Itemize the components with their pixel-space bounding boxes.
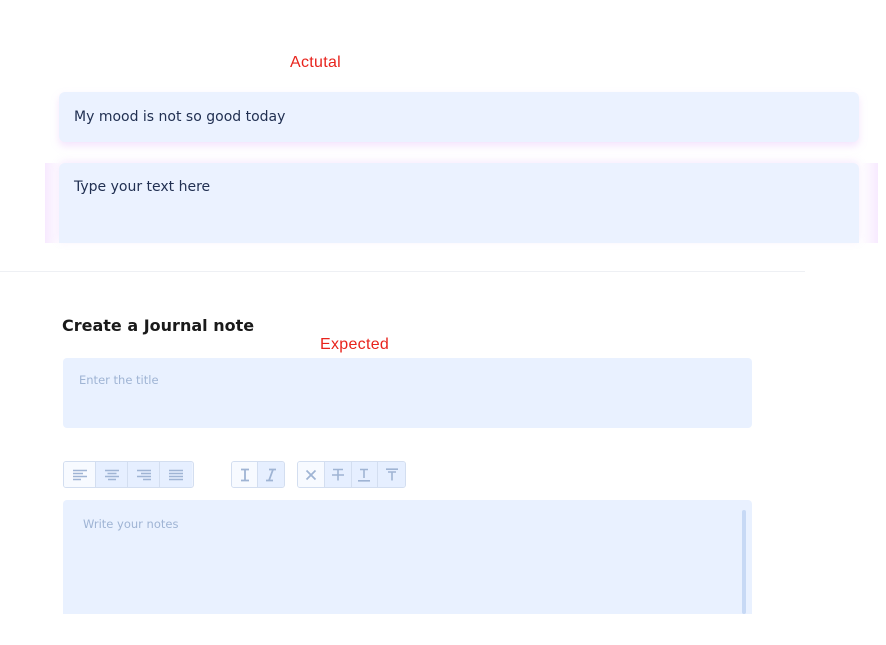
actual-annotation-label: Actutal <box>290 54 342 71</box>
italic-icon <box>266 468 276 481</box>
actual-title-value: My mood is not so good today <box>74 109 286 125</box>
clear-format-icon <box>305 469 317 480</box>
overline-icon <box>385 467 398 480</box>
underline-icon <box>358 468 371 482</box>
align-right-icon <box>136 469 151 480</box>
title-input[interactable] <box>63 358 752 428</box>
align-justify-button[interactable] <box>160 462 192 487</box>
page-title: Create a Journal note <box>62 316 255 335</box>
strikethrough-button[interactable] <box>324 462 352 487</box>
align-right-button[interactable] <box>128 462 160 487</box>
actual-notes-placeholder: Type your text here <box>74 179 211 195</box>
italic-button[interactable] <box>258 462 284 487</box>
align-center-button[interactable] <box>96 462 128 487</box>
actual-notes-field[interactable]: Type your text here <box>59 163 859 243</box>
text-cursor-icon <box>240 468 249 481</box>
notes-textarea[interactable] <box>63 500 752 614</box>
expected-annotation-label: Expected <box>320 336 390 353</box>
text-cursor-button[interactable] <box>232 462 259 487</box>
align-left-button[interactable] <box>64 462 96 487</box>
format-toolbar <box>297 461 406 488</box>
overline-button[interactable] <box>378 462 405 487</box>
section-divider <box>0 271 805 272</box>
alignment-toolbar <box>63 461 194 488</box>
strikethrough-icon <box>331 468 344 480</box>
align-left-icon <box>72 469 87 480</box>
clear-format-button[interactable] <box>298 462 325 487</box>
notes-scrollbar[interactable] <box>742 510 746 614</box>
underline-button[interactable] <box>351 462 379 487</box>
actual-title-field[interactable]: My mood is not so good today <box>59 92 859 142</box>
align-center-icon <box>104 469 119 480</box>
style-toolbar <box>231 461 285 488</box>
align-justify-icon <box>169 469 183 480</box>
